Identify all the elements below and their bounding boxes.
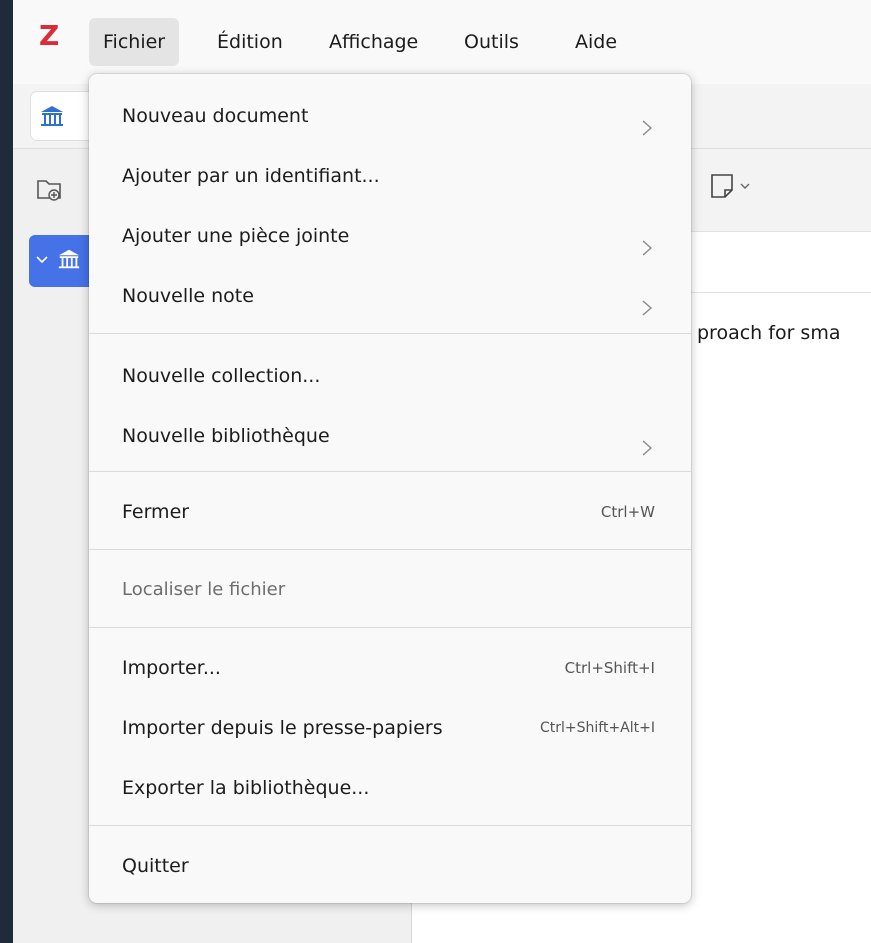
menu-item-label: Ajouter par un identifiant...: [122, 165, 380, 187]
menu-separator: [89, 549, 691, 550]
menu-item-label: Localiser le fichier: [122, 579, 286, 600]
menu-item-shortcut: Ctrl+Shift+I: [564, 659, 655, 677]
menu-edition[interactable]: Édition: [203, 18, 297, 66]
menu-item-label: Nouveau document: [122, 105, 309, 127]
menu-item-ajouter-piece-jointe[interactable]: Ajouter une pièce jointe: [89, 212, 691, 260]
menu-item-label: Nouvelle bibliothèque: [122, 425, 330, 447]
menu-item-exporter-bibliotheque[interactable]: Exporter la bibliothèque...: [89, 764, 691, 812]
library-icon: [39, 104, 65, 132]
menu-item-shortcut: Ctrl+Shift+Alt+I: [539, 720, 655, 736]
menu-item-label: Ajouter une pièce jointe: [122, 225, 350, 247]
menu-item-label: Nouvelle note: [122, 285, 254, 307]
menu-item-label: Importer depuis le presse-papiers: [122, 717, 443, 739]
item-title-text[interactable]: proach for sma: [697, 322, 840, 344]
menu-item-localiser-fichier: Localiser le fichier: [89, 566, 691, 614]
menu-item-ajouter-identifiant[interactable]: Ajouter par un identifiant...: [89, 152, 691, 200]
menu-bar: Z Fichier Édition Affichage Outils Aide: [13, 0, 871, 84]
menu-item-importer-presse-papiers[interactable]: Importer depuis le presse-papiers Ctrl+S…: [89, 704, 691, 752]
menu-item-nouveau-document[interactable]: Nouveau document: [89, 92, 691, 140]
menu-item-nouvelle-note[interactable]: Nouvelle note: [89, 272, 691, 320]
menu-item-fermer[interactable]: Fermer Ctrl+W: [89, 488, 691, 536]
menu-separator: [89, 333, 691, 334]
new-collection-icon[interactable]: [35, 175, 63, 207]
menu-aide[interactable]: Aide: [561, 18, 631, 66]
menu-separator: [89, 627, 691, 628]
menu-item-label: Nouvelle collection...: [122, 365, 321, 387]
menu-separator: [89, 471, 691, 472]
chevron-right-icon: [641, 427, 653, 475]
menu-item-importer[interactable]: Importer... Ctrl+Shift+I: [89, 644, 691, 692]
menu-item-label: Quitter: [122, 855, 189, 877]
menu-item-nouvelle-collection[interactable]: Nouvelle collection...: [89, 352, 691, 400]
menu-outils[interactable]: Outils: [450, 18, 533, 66]
menu-affichage[interactable]: Affichage: [315, 18, 432, 66]
menu-item-label: Fermer: [122, 501, 190, 523]
menu-item-label: Importer...: [122, 657, 221, 679]
chevron-right-icon: [641, 287, 653, 335]
chevron-down-icon[interactable]: [35, 251, 49, 270]
new-note-dropdown-button[interactable]: [708, 171, 768, 207]
menu-item-quitter[interactable]: Quitter: [89, 842, 691, 890]
menu-item-label: Exporter la bibliothèque...: [122, 777, 370, 799]
library-icon: [57, 247, 81, 275]
zotero-logo: Z: [39, 19, 60, 52]
menu-fichier[interactable]: Fichier: [89, 18, 180, 66]
file-menu-dropdown: Nouveau document Ajouter par un identifi…: [89, 74, 691, 903]
chevron-right-icon: [641, 107, 653, 155]
chevron-right-icon: [641, 227, 653, 275]
menu-separator: [89, 825, 691, 826]
menu-item-nouvelle-bibliotheque[interactable]: Nouvelle bibliothèque: [89, 412, 691, 460]
menu-item-shortcut: Ctrl+W: [600, 503, 655, 521]
